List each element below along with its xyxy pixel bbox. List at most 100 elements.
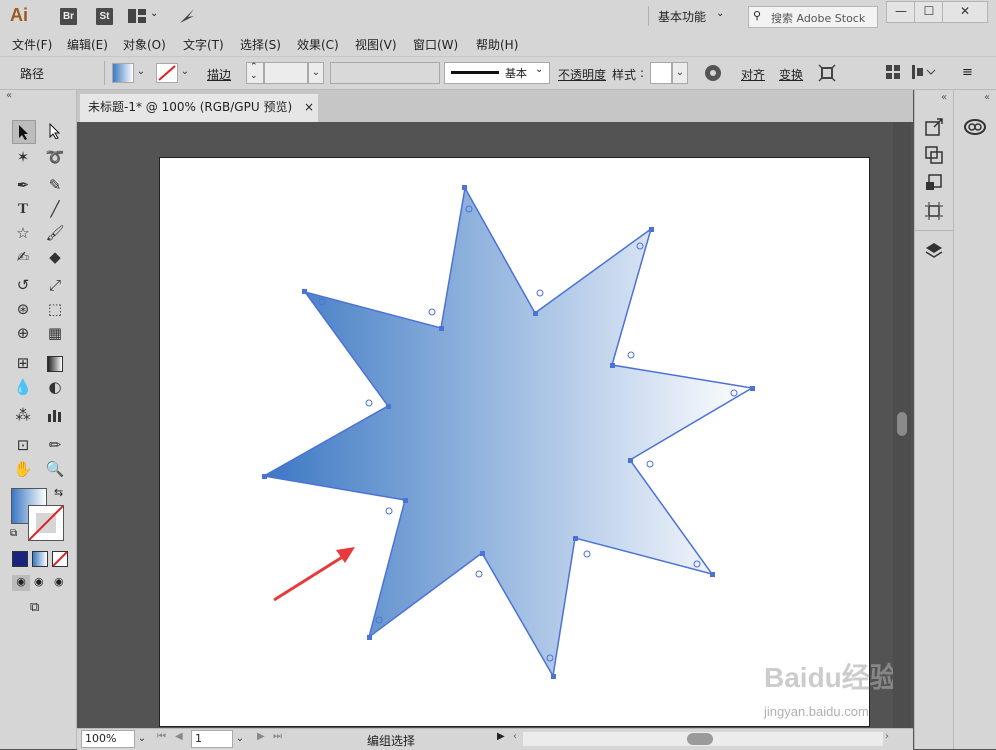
stroke-label[interactable]: 描边 <box>207 66 231 83</box>
maximize-button[interactable]: ☐ <box>914 1 944 23</box>
artboards-icon[interactable] <box>925 202 943 223</box>
corner-widget[interactable] <box>365 399 373 407</box>
anchor-point[interactable] <box>610 363 615 368</box>
stroke-swatch[interactable] <box>156 63 178 83</box>
anchor-point[interactable] <box>533 311 538 316</box>
swap-fill-stroke-icon[interactable]: ⇆ <box>54 486 63 499</box>
bridge-button[interactable]: Br <box>60 8 77 25</box>
screen-mode-icon[interactable]: ⧉ <box>30 600 39 615</box>
scroll-left-icon[interactable]: ‹ <box>513 731 517 742</box>
artboard-tool-icon[interactable]: ⊡ <box>12 434 34 456</box>
line-tool-icon[interactable]: ╱ <box>44 198 66 220</box>
magic-wand-icon[interactable]: ✶ <box>12 146 34 168</box>
corner-widget[interactable] <box>385 507 393 515</box>
corner-widget[interactable] <box>428 308 436 316</box>
gradient-mode-icon[interactable] <box>32 551 48 567</box>
lasso-icon[interactable]: ➰ <box>44 146 66 168</box>
selection-tool-icon[interactable] <box>12 120 36 144</box>
scale-tool-icon[interactable]: ⤢ <box>44 274 66 296</box>
chevron-down-icon[interactable]: ⌄ <box>135 729 149 749</box>
opacity-label[interactable]: 不透明度 <box>558 66 606 83</box>
star-tool-icon[interactable]: ☆ <box>12 222 34 244</box>
rotate-tool-icon[interactable]: ↺ <box>12 274 34 296</box>
document-tab[interactable]: 未标题-1* @ 100% (RGB/GPU 预览) × <box>80 94 318 122</box>
recolor-artwork-icon[interactable] <box>704 64 722 85</box>
menu-edit[interactable]: 编辑(E) <box>67 36 108 53</box>
corner-widget[interactable] <box>475 570 483 578</box>
zoom-level-input[interactable]: 100% <box>81 730 135 748</box>
anchor-point[interactable] <box>439 326 444 331</box>
chevron-down-icon[interactable]: ⌄ <box>150 8 158 19</box>
width-tool-icon[interactable]: ⊛ <box>12 298 34 320</box>
graphic-style-swatch[interactable] <box>650 62 672 84</box>
shaper-tool-icon[interactable]: ✍ <box>12 246 34 268</box>
isolate-selected-icon[interactable] <box>818 64 836 85</box>
stroke-weight-input[interactable] <box>264 62 308 84</box>
stock-search-input[interactable]: ⚲ 搜索 Adobe Stock <box>748 6 878 28</box>
align-button[interactable]: 对齐 <box>741 66 765 83</box>
chevron-down-icon[interactable]: ⌄ <box>178 62 192 82</box>
corner-widget[interactable] <box>646 460 654 468</box>
menu-help[interactable]: 帮助(H) <box>476 36 518 53</box>
chevron-down-icon[interactable]: ⌄ <box>308 62 324 84</box>
close-button[interactable]: ✕ <box>942 1 988 23</box>
curvature-tool-icon[interactable]: ✎ <box>44 174 66 196</box>
draw-behind-icon[interactable]: ◉ <box>34 575 44 588</box>
artboard-number-input[interactable]: 1 <box>191 730 233 748</box>
gpu-performance-icon[interactable] <box>178 7 196 28</box>
type-tool-icon[interactable]: T <box>12 198 34 220</box>
anchor-point[interactable] <box>710 572 715 577</box>
collapse-icon[interactable]: « <box>6 90 12 101</box>
menu-icon[interactable]: ≡ <box>962 65 973 80</box>
next-artboard-icon[interactable]: ▶ <box>257 731 265 742</box>
creative-cloud-libraries-icon[interactable] <box>964 118 986 139</box>
hand-tool-icon[interactable]: ✋ <box>12 458 34 480</box>
chevron-down-icon[interactable]: ⌄ <box>672 62 688 84</box>
eyedropper-icon[interactable]: 💧 <box>12 376 34 398</box>
brush-definition[interactable]: 基本 ⌄ <box>444 62 550 84</box>
menu-file[interactable]: 文件(F) <box>12 36 52 53</box>
mesh-tool-icon[interactable]: ⊞ <box>12 352 34 374</box>
menu-view[interactable]: 视图(V) <box>355 36 397 53</box>
corner-widget[interactable] <box>583 550 591 558</box>
perspective-grid-icon[interactable]: ▦ <box>44 322 66 344</box>
direct-selection-tool-icon[interactable] <box>44 120 66 142</box>
workspace-switcher[interactable]: 基本功能 <box>658 8 706 25</box>
variable-width-profile[interactable] <box>330 62 440 84</box>
transform-button[interactable]: 变换 <box>779 66 803 83</box>
collapse-icon[interactable]: « <box>941 92 947 103</box>
scroll-thumb[interactable] <box>687 733 713 745</box>
first-artboard-icon[interactable]: ⏮ <box>157 731 166 742</box>
last-artboard-icon[interactable]: ⏭ <box>273 731 282 742</box>
stroke-color-box[interactable] <box>28 505 64 541</box>
anchor-point[interactable] <box>386 404 391 409</box>
stock-button[interactable]: St <box>96 8 113 25</box>
anchor-point[interactable] <box>462 185 467 190</box>
anchor-point[interactable] <box>403 498 408 503</box>
chevron-down-icon[interactable]: ⌄ <box>233 729 247 749</box>
graph-tool-icon[interactable] <box>44 404 66 426</box>
scroll-thumb[interactable] <box>897 412 907 436</box>
shape-builder-icon[interactable]: ⊕ <box>12 322 34 344</box>
anchor-point[interactable] <box>480 551 485 556</box>
slice-tool-icon[interactable]: ✏ <box>44 434 66 456</box>
transform-panel-icon[interactable] <box>925 174 943 195</box>
color-mode-icon[interactable] <box>12 551 28 567</box>
anchor-point[interactable] <box>573 536 578 541</box>
free-transform-icon[interactable]: ⬚ <box>44 298 66 320</box>
artboard[interactable]: Baidu经验 jingyan.baidu.com <box>159 157 898 727</box>
anchor-point[interactable] <box>649 227 654 232</box>
gradient-tool-icon[interactable] <box>44 352 66 374</box>
menu-type[interactable]: 文字(T) <box>183 36 224 53</box>
draw-normal-icon[interactable]: ◉ <box>12 575 30 591</box>
draw-inside-icon[interactable]: ◉ <box>54 575 64 588</box>
close-tab-icon[interactable]: × <box>304 94 314 120</box>
menu-effect[interactable]: 效果(C) <box>297 36 339 53</box>
stroke-weight-stepper[interactable]: ⌃ ⌄ <box>246 62 264 84</box>
anchor-point[interactable] <box>262 474 267 479</box>
pathfinder-icon[interactable] <box>925 146 943 167</box>
scroll-right-icon[interactable]: › <box>885 731 889 742</box>
none-mode-icon[interactable] <box>52 551 68 567</box>
menu-window[interactable]: 窗口(W) <box>413 36 458 53</box>
default-colors-icon[interactable]: ⧉ <box>10 528 17 539</box>
